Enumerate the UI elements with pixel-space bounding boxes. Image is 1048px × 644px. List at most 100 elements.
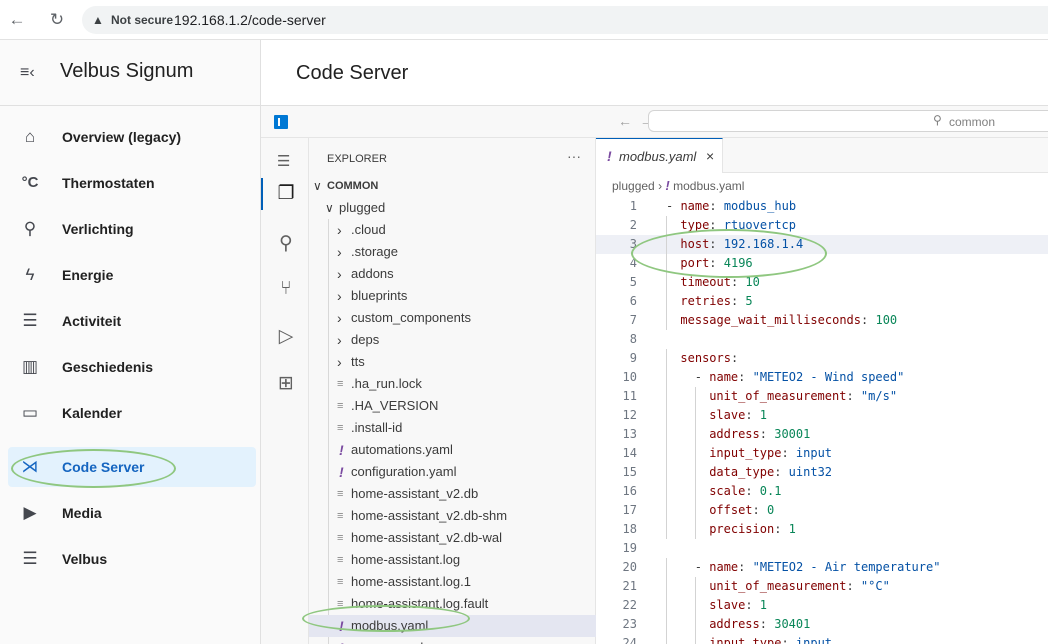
code-line[interactable]: 7 message_wait_milliseconds: 100: [596, 311, 1048, 330]
source-control-icon[interactable]: ⑂: [275, 278, 297, 300]
tree-root-folder[interactable]: ∨ COMMON: [309, 175, 596, 197]
tree-file[interactable]: ≡ .HA_VERSION: [309, 395, 596, 417]
yaml-punct: :: [759, 427, 775, 441]
code-line[interactable]: 19: [596, 539, 1048, 558]
code-content: host: 192.168.1.4: [680, 235, 803, 254]
tree-file[interactable]: ≡ home-assistant.log.1: [309, 571, 596, 593]
code-line[interactable]: 20 - name: "METEO2 - Air temperature": [596, 558, 1048, 577]
explorer-files-icon[interactable]: ❐: [275, 183, 297, 205]
tree-folder[interactable]: › deps: [309, 329, 596, 351]
tree-file[interactable]: ≡ .ha_run.lock: [309, 373, 596, 395]
tree-file[interactable]: ! automations.yaml: [309, 439, 596, 461]
line-number: 2: [629, 218, 637, 232]
tab-modbus-yaml[interactable]: ! modbus.yaml ×: [596, 138, 723, 173]
sidebar-item-overview-legacy[interactable]: ⌂ Overview (legacy): [8, 117, 256, 157]
code-content: type: rtuovertcp: [680, 216, 796, 235]
tree-folder[interactable]: › tts: [309, 351, 596, 373]
line-number: 21: [622, 579, 637, 593]
code-line[interactable]: 11 unit_of_measurement: "m/s": [596, 387, 1048, 406]
sidebar-item-kalender[interactable]: ▭ Kalender: [8, 393, 256, 433]
reload-icon[interactable]: ↻: [48, 11, 66, 29]
yaml-punct: :: [709, 199, 724, 213]
address-bar[interactable]: ▲ Not secure 192.168.1.2/code-server: [82, 6, 1048, 34]
code-line[interactable]: 16 scale: 0.1: [596, 482, 1048, 501]
tree-file[interactable]: ≡ home-assistant_v2.db-wal: [309, 527, 596, 549]
tree-file[interactable]: ! modbus.yaml: [309, 615, 596, 637]
tree-folder[interactable]: › blueprints: [309, 285, 596, 307]
code-line[interactable]: 13 address: 30001: [596, 425, 1048, 444]
yaml-key: input_type: [709, 446, 782, 460]
extensions-icon[interactable]: ⊞: [275, 373, 297, 395]
tree-file[interactable]: ≡ .install-id: [309, 417, 596, 439]
code-line[interactable]: 6 retries: 5: [596, 292, 1048, 311]
sidebar-item-code-server[interactable]: ⋊ Code Server: [8, 447, 256, 487]
run-debug-icon[interactable]: ▷: [275, 326, 297, 348]
code-line[interactable]: 8: [596, 330, 1048, 349]
code-line[interactable]: 18 precision: 1: [596, 520, 1048, 539]
url-text[interactable]: 192.168.1.2/code-server: [174, 12, 326, 28]
code-line[interactable]: 14 input_type: input: [596, 444, 1048, 463]
tree-file[interactable]: ≡ home-assistant.log: [309, 549, 596, 571]
tree-file[interactable]: ≡ home-assistant.log.fault: [309, 593, 596, 615]
code-line[interactable]: 15 data_type: uint32: [596, 463, 1048, 482]
sidebar-item-verlichting[interactable]: ⚲ Verlichting: [8, 209, 256, 249]
yaml-value: 10: [745, 275, 760, 289]
code-line[interactable]: 24 input_type: input: [596, 634, 1048, 644]
tree-file[interactable]: ! scenes.yaml: [309, 637, 596, 644]
sidebar-item-geschiedenis[interactable]: ▥ Geschiedenis: [8, 347, 256, 387]
back-arrow-icon[interactable]: ←: [8, 11, 26, 29]
breadcrumb-folder[interactable]: plugged: [612, 179, 655, 193]
tree-folder[interactable]: › custom_components: [309, 307, 596, 329]
sidebar-item-thermostaten[interactable]: °C Thermostaten: [8, 163, 256, 203]
code-line[interactable]: 17 offset: 0: [596, 501, 1048, 520]
editor-area: ! modbus.yaml × plugged › ! modbus.yaml …: [596, 138, 1048, 644]
line-number: 14: [622, 446, 637, 460]
code-line[interactable]: 12 slave: 1: [596, 406, 1048, 425]
code-line[interactable]: 5 timeout: 10: [596, 273, 1048, 292]
chevron-right-icon: ›: [337, 244, 342, 260]
code-content: unit_of_measurement: "m/s": [709, 387, 897, 406]
yaml-punct: :: [709, 237, 724, 251]
security-label[interactable]: Not secure: [111, 13, 173, 27]
application-menu-icon[interactable]: ☰: [277, 152, 290, 170]
indent-guide: [666, 311, 667, 330]
code-line[interactable]: 9 sensors:: [596, 349, 1048, 368]
command-center[interactable]: ⚲ common: [648, 110, 1048, 132]
code-line[interactable]: 3 host: 192.168.1.4: [596, 235, 1048, 254]
close-icon[interactable]: ×: [706, 148, 714, 164]
indent-guide: [666, 349, 667, 368]
explorer-title: EXPLORER: [327, 153, 387, 165]
tree-folder[interactable]: › .storage: [309, 241, 596, 263]
code-line[interactable]: 2 type: rtuovertcp: [596, 216, 1048, 235]
tree-folder[interactable]: › .cloud: [309, 219, 596, 241]
tree-file[interactable]: ≡ home-assistant_v2.db: [309, 483, 596, 505]
code-line[interactable]: 4 port: 4196: [596, 254, 1048, 273]
code-line[interactable]: 1 - name: modbus_hub: [596, 197, 1048, 216]
code-server-frame: ← → ⚲ common ☰ ❐ ⚲ ⑂ ▷ ⊞ EXPLORER ··· ∨ …: [261, 106, 1048, 644]
breadcrumb-file[interactable]: modbus.yaml: [673, 179, 744, 193]
yaml-key: type: [680, 218, 710, 232]
code-line[interactable]: 23 address: 30401: [596, 615, 1048, 634]
vscode-menu-icon[interactable]: [274, 115, 288, 129]
indent-guide: [666, 235, 667, 254]
more-actions-icon[interactable]: ···: [567, 148, 581, 164]
sidebar-item-energie[interactable]: ϟ Energie: [8, 255, 256, 295]
tree-file[interactable]: ≡ home-assistant_v2.db-shm: [309, 505, 596, 527]
yaml-value: 100: [875, 313, 898, 327]
warning-icon[interactable]: ▲: [92, 12, 108, 28]
tree-folder[interactable]: › addons: [309, 263, 596, 285]
yaml-punct: :: [745, 598, 760, 612]
code-line[interactable]: 21 unit_of_measurement: "°C": [596, 577, 1048, 596]
sidebar-item-media[interactable]: ▶ Media: [8, 493, 256, 533]
menu-collapse-icon[interactable]: ≡‹: [20, 64, 35, 82]
tree-file[interactable]: ! configuration.yaml: [309, 461, 596, 483]
sidebar-item-activiteit[interactable]: ☰ Activiteit: [8, 301, 256, 341]
code-line[interactable]: 10 - name: "METEO2 - Wind speed": [596, 368, 1048, 387]
code-editor[interactable]: 1 - name: modbus_hub 2 type: rtuovertcp 3 hos…: [596, 197, 1048, 644]
search-view-icon[interactable]: ⚲: [275, 233, 297, 255]
yaml-value: 1: [759, 598, 767, 612]
text-file-icon: ≡: [337, 422, 344, 434]
sidebar-item-velbus[interactable]: ☰ Velbus: [8, 539, 256, 579]
tree-folder-plugged[interactable]: ∨ plugged: [309, 197, 596, 219]
code-line[interactable]: 22 slave: 1: [596, 596, 1048, 615]
